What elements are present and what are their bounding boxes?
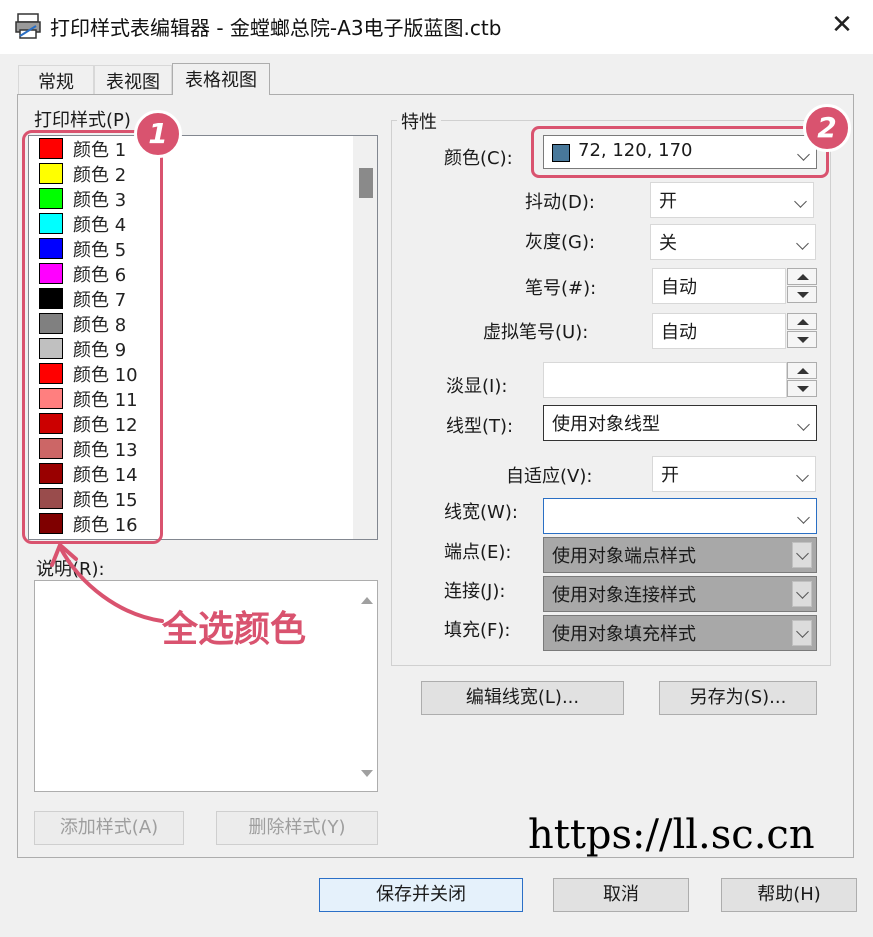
grayscale-label: 灰度(G): — [525, 232, 596, 253]
join-style-value: 使用对象连接样式 — [552, 585, 696, 606]
chevron-down-icon — [796, 586, 809, 599]
tab-general[interactable]: 常规 — [18, 65, 94, 95]
end-style-value: 使用对象端点样式 — [552, 546, 696, 567]
save-and-close-button[interactable]: 保存并关闭 — [319, 878, 523, 912]
cancel-button[interactable]: 取消 — [553, 878, 689, 912]
dither-label: 抖动(D): — [525, 192, 595, 213]
end-style-label: 端点(E): — [444, 542, 512, 563]
join-style-label: 连接(J): — [444, 581, 506, 602]
adaptive-dropdown[interactable]: 开 — [652, 456, 816, 492]
chevron-down-icon — [797, 418, 810, 431]
chevron-down-icon — [796, 237, 809, 250]
title-bar: 打印样式表编辑器 - 金螳螂总院-A3电子版蓝图.ctb ✕ — [0, 0, 873, 54]
fill-style-dropdown[interactable]: 使用对象填充样式 — [543, 615, 817, 651]
adaptive-value: 开 — [661, 465, 679, 486]
screening-spinner[interactable] — [787, 362, 817, 398]
delete-style-button[interactable]: 删除样式(Y) — [216, 811, 378, 845]
spin-down-icon[interactable] — [787, 380, 817, 397]
spin-up-icon[interactable] — [787, 362, 817, 379]
chevron-down-icon — [796, 625, 809, 638]
screening-field[interactable] — [543, 362, 787, 398]
help-button[interactable]: 帮助(H) — [721, 878, 857, 912]
dither-dropdown[interactable]: 开 — [650, 182, 814, 218]
join-style-dropdown[interactable]: 使用对象连接样式 — [543, 576, 817, 612]
linetype-value: 使用对象线型 — [552, 414, 660, 435]
chevron-down-icon — [794, 195, 807, 208]
pen-number-field[interactable]: 自动 — [652, 268, 786, 304]
dropdown-button — [792, 542, 812, 568]
chevron-down-icon — [796, 547, 809, 560]
properties-title: 特性 — [397, 108, 441, 134]
color-label: 颜色(C): — [444, 148, 513, 169]
lineweight-label: 线宽(W): — [444, 502, 518, 523]
tab-table-view[interactable]: 表视图 — [94, 65, 172, 95]
list-scrollbar[interactable] — [353, 136, 377, 539]
print-style-label: 打印样式(P) — [34, 110, 131, 131]
fill-style-value: 使用对象填充样式 — [552, 624, 696, 645]
printer-icon — [15, 13, 41, 39]
tab-form-view[interactable]: 表格视图 — [172, 63, 270, 95]
spin-up-icon[interactable] — [787, 313, 817, 330]
linetype-label: 线型(T): — [446, 416, 514, 437]
pen-number-spinner[interactable] — [787, 268, 817, 304]
dropdown-button — [792, 620, 812, 646]
virtual-pen-field[interactable]: 自动 — [652, 313, 786, 349]
highlight-color-box — [531, 126, 829, 178]
pen-number-value: 自动 — [661, 277, 697, 298]
virtual-pen-value: 自动 — [661, 322, 697, 343]
close-button[interactable]: ✕ — [828, 10, 856, 42]
dropdown-button — [792, 581, 812, 607]
chevron-down-icon — [796, 469, 809, 482]
highlight-list-box — [22, 130, 163, 544]
badge-one: 1 — [134, 110, 182, 158]
screening-label: 淡显(I): — [446, 376, 508, 397]
window-title: 打印样式表编辑器 - 金螳螂总院-A3电子版蓝图.ctb — [50, 16, 502, 40]
adaptive-label: 自适应(V): — [506, 466, 593, 487]
watermark: https://ll.sc.cn — [528, 812, 815, 858]
description-scrollbar[interactable] — [355, 581, 377, 791]
spin-down-icon[interactable] — [787, 286, 817, 303]
virtual-pen-spinner[interactable] — [787, 313, 817, 349]
fill-style-label: 填充(F): — [444, 620, 511, 641]
pen-number-label: 笔号(#): — [525, 278, 597, 299]
grayscale-dropdown[interactable]: 关 — [650, 224, 816, 260]
linetype-dropdown[interactable]: 使用对象线型 — [543, 405, 817, 441]
scroll-up-icon[interactable] — [361, 597, 373, 604]
annotation-arrow — [50, 543, 164, 623]
dither-value: 开 — [659, 191, 677, 212]
add-style-button[interactable]: 添加样式(A) — [34, 811, 184, 845]
scroll-down-icon[interactable] — [361, 770, 373, 777]
end-style-dropdown[interactable]: 使用对象端点样式 — [543, 537, 817, 573]
edit-lineweight-button[interactable]: 编辑线宽(L)... — [421, 681, 624, 715]
chevron-down-icon — [797, 511, 810, 524]
virtual-pen-label: 虚拟笔号(U): — [483, 322, 589, 343]
annotation-note: 全选颜色 — [162, 609, 307, 650]
badge-two: 2 — [803, 104, 851, 152]
save-as-button[interactable]: 另存为(S)... — [659, 681, 817, 715]
scroll-thumb[interactable] — [359, 168, 373, 198]
spin-down-icon[interactable] — [787, 331, 817, 348]
spin-up-icon[interactable] — [787, 268, 817, 285]
grayscale-value: 关 — [659, 233, 677, 254]
lineweight-dropdown[interactable] — [543, 498, 817, 534]
